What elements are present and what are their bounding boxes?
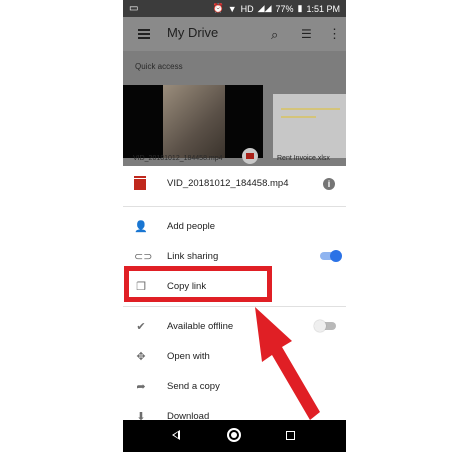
menu-item-label: Send a copy bbox=[167, 381, 220, 392]
share-arrow-icon: ➦ bbox=[136, 381, 146, 393]
menu-item-label: Available offline bbox=[167, 321, 234, 332]
clock: 1:51 PM bbox=[306, 3, 340, 14]
link-sharing-toggle[interactable] bbox=[320, 250, 342, 262]
phone-screen: ▭ ⏰ ▼ HD ◢◢ 77% ▮ 1:51 PM My Drive ⌕ ☰ ⋮… bbox=[123, 0, 346, 452]
signal-icon: ◢◢ bbox=[257, 3, 272, 13]
bottom-sheet: VID_20181012_184458.mp4 i 👤 Add people ⊂… bbox=[123, 166, 346, 452]
wifi-icon: ▼ bbox=[227, 3, 237, 14]
menu-item-available-offline[interactable]: ✔ Available offline bbox=[123, 312, 346, 342]
quick-access-section: Quick access VID_20181012_184458.mp4 Ren… bbox=[123, 51, 346, 172]
search-icon[interactable]: ⌕ bbox=[271, 27, 278, 43]
menu-item-label: Add people bbox=[167, 221, 216, 232]
hamburger-menu-icon[interactable] bbox=[138, 29, 150, 39]
recent-apps-icon[interactable] bbox=[286, 431, 295, 440]
copy-link-highlight-box bbox=[124, 266, 272, 302]
link-icon: ⊂⊃ bbox=[134, 251, 153, 263]
quick-access-item-sheet[interactable] bbox=[273, 94, 346, 158]
battery-percent: 77% bbox=[275, 3, 294, 14]
divider bbox=[123, 306, 346, 307]
menu-item-open-with[interactable]: ✥ Open with bbox=[123, 342, 346, 372]
video-file-icon bbox=[242, 148, 258, 164]
alarm-icon: ⏰ bbox=[212, 3, 224, 13]
open-with-icon: ✥ bbox=[136, 351, 146, 363]
battery-icon: ▮ bbox=[297, 3, 303, 13]
video-thumbnail bbox=[163, 85, 225, 158]
notification-icon: ▭ bbox=[129, 3, 139, 14]
back-icon[interactable] bbox=[172, 430, 180, 440]
list-view-icon[interactable]: ☰ bbox=[301, 27, 312, 41]
file-name: VID_20181012_184458.mp4 bbox=[167, 178, 289, 189]
page-title: My Drive bbox=[167, 25, 219, 40]
menu-item-add-people[interactable]: 👤 Add people bbox=[123, 212, 346, 242]
network-type: HD bbox=[240, 3, 254, 14]
quick-access-label: Quick access bbox=[135, 62, 183, 71]
status-bar: ▭ ⏰ ▼ HD ◢◢ 77% ▮ 1:51 PM bbox=[123, 0, 346, 17]
menu-item-send-a-copy[interactable]: ➦ Send a copy bbox=[123, 372, 346, 402]
available-offline-toggle[interactable] bbox=[314, 320, 336, 332]
home-icon[interactable] bbox=[227, 428, 241, 442]
android-nav-bar bbox=[123, 420, 346, 452]
info-icon[interactable]: i bbox=[323, 178, 335, 190]
app-bar: My Drive ⌕ ☰ ⋮ bbox=[123, 17, 346, 51]
sheet-header: VID_20181012_184458.mp4 i bbox=[123, 166, 346, 207]
video-file-icon bbox=[134, 176, 146, 190]
quick-access-item-name: VID_20181012_184458.mp4 bbox=[133, 155, 223, 162]
quick-access-item-video[interactable] bbox=[123, 85, 263, 164]
add-person-icon: 👤 bbox=[134, 221, 148, 233]
menu-item-label: Open with bbox=[167, 351, 210, 362]
more-options-icon[interactable]: ⋮ bbox=[328, 26, 341, 42]
quick-access-item-name: Rent Invoice.xlsx bbox=[277, 155, 330, 162]
offline-check-icon: ✔ bbox=[136, 321, 146, 333]
menu-item-label: Link sharing bbox=[167, 251, 219, 262]
